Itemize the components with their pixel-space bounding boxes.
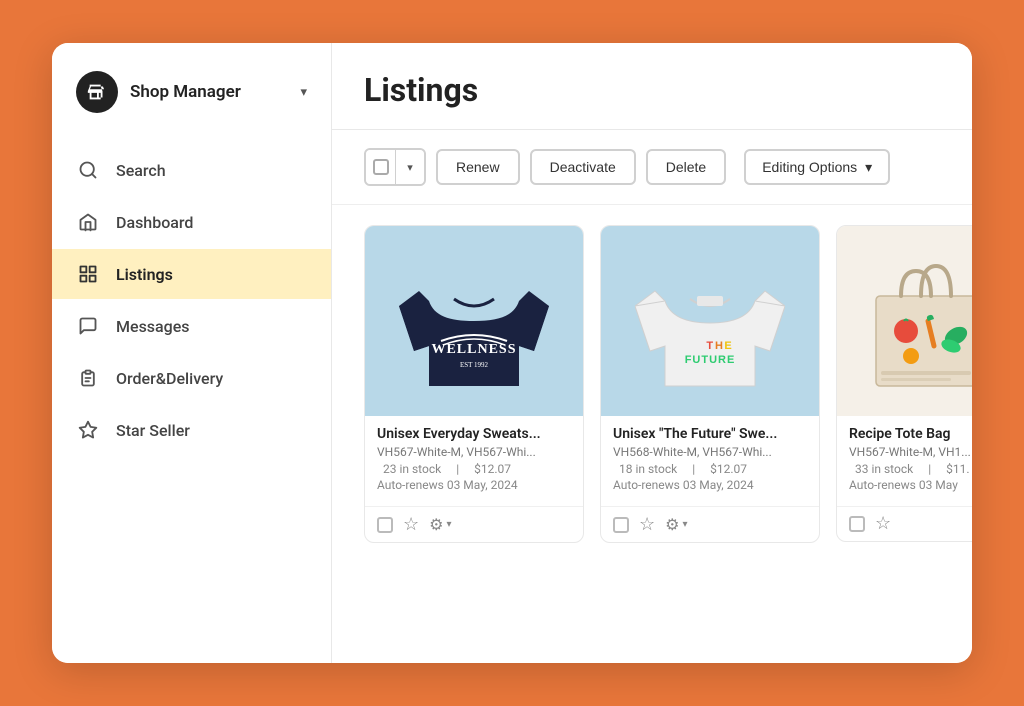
app-window: Shop Manager ▾ Search Dashboard	[52, 43, 972, 663]
settings-button-2[interactable]: ⚙ ▾	[665, 515, 687, 534]
checkbox-dropdown-caret[interactable]: ▾	[396, 150, 424, 184]
checkbox-box	[373, 159, 389, 175]
star-icon	[76, 418, 100, 442]
renew-button[interactable]: Renew	[436, 149, 520, 185]
sidebar-item-messages-label: Messages	[116, 317, 190, 336]
gear-icon-2: ⚙	[665, 515, 679, 534]
editing-options-button[interactable]: Editing Options ▾	[744, 149, 890, 185]
product-stock-3: 33 in stock | $11.	[849, 462, 972, 476]
sidebar-item-star-seller[interactable]: Star Seller	[52, 405, 331, 455]
product-title-3: Recipe Tote Bag	[849, 426, 972, 442]
product-card: WELLNESS EST 1992 Unisex Everyday Sweats…	[364, 225, 584, 543]
settings-button-1[interactable]: ⚙ ▾	[429, 515, 451, 534]
sidebar-item-messages[interactable]: Messages	[52, 301, 331, 351]
product-stock-1: 23 in stock | $12.07	[377, 462, 571, 476]
svg-text:EST 1992: EST 1992	[460, 361, 489, 369]
sidebar-item-dashboard[interactable]: Dashboard	[52, 197, 331, 247]
page-title: Listings	[364, 71, 940, 109]
product-variants-3: VH567-White-M, VH1...	[849, 445, 972, 459]
product-renews-2: Auto-renews 03 May, 2024	[613, 478, 807, 492]
product-image-1: WELLNESS EST 1992	[365, 226, 583, 416]
sidebar-header[interactable]: Shop Manager ▾	[52, 43, 331, 137]
product-card-3: Recipe Tote Bag VH567-White-M, VH1... 33…	[836, 225, 972, 542]
sweatshirt-dark-illustration: WELLNESS EST 1992	[399, 241, 549, 401]
search-icon	[76, 158, 100, 182]
store-icon	[86, 81, 108, 103]
product-stock-2: 18 in stock | $12.07	[613, 462, 807, 476]
grid-icon	[76, 262, 100, 286]
sweatshirt-white-illustration: T H E FUTURE	[635, 241, 785, 401]
clipboard-icon	[76, 366, 100, 390]
message-icon	[76, 314, 100, 338]
product-actions-3: ☆	[837, 506, 972, 541]
gear-dropdown-caret: ▾	[446, 519, 451, 530]
svg-text:FUTURE: FUTURE	[685, 354, 736, 366]
delete-button[interactable]: Delete	[646, 149, 726, 185]
product-title-1: Unisex Everyday Sweats...	[377, 426, 571, 442]
home-icon	[76, 210, 100, 234]
product-renews-1: Auto-renews 03 May, 2024	[377, 478, 571, 492]
product-checkbox-1[interactable]	[377, 517, 393, 533]
editing-options-label: Editing Options	[762, 159, 857, 175]
sidebar-item-search[interactable]: Search	[52, 145, 331, 195]
sidebar-item-star-seller-label: Star Seller	[116, 421, 190, 440]
editing-options-chevron-icon: ▾	[865, 159, 872, 176]
select-all-checkbox-dropdown[interactable]: ▾	[364, 148, 426, 186]
sidebar-item-order-delivery-label: Order&Delivery	[116, 369, 223, 388]
main-content: Listings ▾ Renew Deactivate Delete Editi…	[332, 43, 972, 663]
product-info-3: Recipe Tote Bag VH567-White-M, VH1... 33…	[837, 416, 972, 506]
product-image-2: T H E FUTURE	[601, 226, 819, 416]
gear-dropdown-caret-2: ▾	[682, 519, 687, 530]
product-title-2: Unisex "The Future" Swe...	[613, 426, 807, 442]
product-checkbox-3[interactable]	[849, 516, 865, 532]
svg-text:T: T	[706, 340, 713, 352]
sidebar-nav: Search Dashboard Listings	[52, 137, 331, 463]
shop-manager-label: Shop Manager	[130, 82, 286, 102]
deactivate-button[interactable]: Deactivate	[530, 149, 636, 185]
select-all-checkbox[interactable]	[366, 150, 396, 184]
toolbar: ▾ Renew Deactivate Delete Editing Option…	[332, 130, 972, 205]
sidebar-item-listings[interactable]: Listings	[52, 249, 331, 299]
product-actions-1: ☆ ⚙ ▾	[365, 506, 583, 542]
favorite-button-2[interactable]: ☆	[639, 516, 655, 534]
tote-bag-illustration	[856, 241, 972, 401]
sidebar: Shop Manager ▾ Search Dashboard	[52, 43, 332, 663]
product-image-3	[837, 226, 972, 416]
product-info-1: Unisex Everyday Sweats... VH567-White-M,…	[365, 416, 583, 506]
favorite-button-1[interactable]: ☆	[403, 516, 419, 534]
product-variants-1: VH567-White-M, VH567-Whi...	[377, 445, 571, 459]
svg-text:E: E	[724, 340, 731, 352]
shop-avatar	[76, 71, 118, 113]
main-header: Listings	[332, 43, 972, 130]
product-grid: WELLNESS EST 1992 Unisex Everyday Sweats…	[332, 205, 972, 663]
product-info-2: Unisex "The Future" Swe... VH568-White-M…	[601, 416, 819, 506]
svg-text:H: H	[715, 340, 723, 352]
product-renews-3: Auto-renews 03 May	[849, 478, 972, 492]
favorite-button-3[interactable]: ☆	[875, 515, 891, 533]
gear-icon: ⚙	[429, 515, 443, 534]
sidebar-item-listings-label: Listings	[116, 265, 173, 284]
product-actions-2: ☆ ⚙ ▾	[601, 506, 819, 542]
chevron-down-icon: ▾	[300, 85, 307, 100]
sidebar-item-search-label: Search	[116, 161, 166, 180]
sidebar-item-order-delivery[interactable]: Order&Delivery	[52, 353, 331, 403]
sidebar-item-dashboard-label: Dashboard	[116, 213, 193, 232]
product-variants-2: VH568-White-M, VH567-Whi...	[613, 445, 807, 459]
product-card-2: T H E FUTURE Unisex "The Future" Swe... …	[600, 225, 820, 543]
product-checkbox-2[interactable]	[613, 517, 629, 533]
